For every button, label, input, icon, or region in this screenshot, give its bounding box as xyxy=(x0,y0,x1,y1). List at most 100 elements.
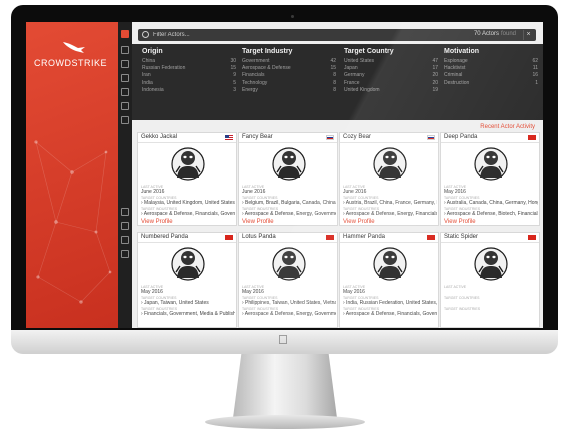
target-countries: Target countries › Malaysia, United Kingd… xyxy=(141,196,235,206)
target-countries: Target countries › India, Russian Federat… xyxy=(343,296,437,306)
stat-row[interactable]: Indonesia 3 xyxy=(142,87,236,94)
stat-row-count: 47 xyxy=(432,58,438,64)
stat-row[interactable]: Government 42 xyxy=(242,58,336,65)
stat-row[interactable]: Russian Federation 15 xyxy=(142,65,236,72)
ru-flag-icon xyxy=(427,135,435,140)
target-industries: Target industries xyxy=(444,307,538,311)
actor-name: Fancy Bear xyxy=(242,134,273,140)
stat-row[interactable]: Espionage 62 xyxy=(444,58,538,65)
stat-row[interactable]: Destruction 1 xyxy=(444,80,538,87)
target-industries-label: Target industries xyxy=(444,307,481,311)
list-icon[interactable] xyxy=(121,236,129,244)
stat-row[interactable]: Iran 9 xyxy=(142,72,236,79)
actor-card[interactable]: Lotus Panda Last active May 2016 Target cou… xyxy=(238,232,338,328)
stat-row[interactable]: United Kingdom 19 xyxy=(344,87,438,94)
view-profile-link[interactable]: View Profile xyxy=(242,219,274,225)
target-countries: Target countries › Austria, Brazil, China… xyxy=(343,196,437,206)
target-industries-value: › Aerospace & Defense, Energy, Governmen… xyxy=(242,311,336,317)
stat-title: Target Country xyxy=(344,48,394,55)
last-active-value: June 2016 xyxy=(141,189,165,195)
target-countries: Target countries xyxy=(444,296,538,300)
actor-name: Numbered Panda xyxy=(141,234,189,240)
search-nav-icon[interactable] xyxy=(121,88,129,96)
stat-row-label: Germany xyxy=(344,72,365,79)
view-profile-link[interactable]: View Profile xyxy=(444,219,476,225)
actor-card[interactable]: Fancy Bear Last active June 2016 Target cou… xyxy=(238,132,338,226)
target-industries-value: › Aerospace & Defense, Energy, Financial… xyxy=(343,211,437,217)
actor-card[interactable]: Static Spider Last active Target countries… xyxy=(440,232,540,328)
dashboard-icon[interactable] xyxy=(121,116,129,124)
target-industries: Target industries › Aerospace & Defense, … xyxy=(444,207,538,217)
stat-row-count: 8 xyxy=(333,72,336,79)
cn-flag-icon xyxy=(427,235,435,240)
view-profile-link[interactable]: View Profile xyxy=(343,219,375,225)
cn-flag-icon xyxy=(326,235,334,240)
target-countries: Target countries › Philippines, Taiwan, U… xyxy=(242,296,336,306)
card-header: Cozy Bear xyxy=(340,133,438,143)
stat-row[interactable]: Technology 8 xyxy=(242,80,336,87)
actor-card[interactable]: Cozy Bear Last active June 2016 Target coun… xyxy=(339,132,439,226)
actor-avatar xyxy=(471,246,511,282)
card-header: Deep Panda xyxy=(441,133,539,143)
clear-filter-button[interactable]: × xyxy=(523,30,533,40)
cn-flag-icon xyxy=(528,135,536,140)
stat-row-label: India xyxy=(142,79,153,86)
view-profile-link[interactable]: View Profile xyxy=(141,219,173,225)
stat-row[interactable]: France 20 xyxy=(344,80,438,87)
filter-actors-input[interactable] xyxy=(153,30,353,40)
stat-origin: Origin China 30 Russian Federation 15 Iran… xyxy=(142,48,236,94)
stat-row-count: 3 xyxy=(233,86,236,93)
home-icon[interactable] xyxy=(121,30,129,38)
stat-row[interactable]: India 5 xyxy=(142,80,236,87)
reports-icon[interactable] xyxy=(121,74,129,82)
target-countries-value: › Belgium, Brazil, Bulgaria, Canada, Chi… xyxy=(242,200,336,206)
stat-row[interactable]: Criminal 16 xyxy=(444,72,538,79)
stat-row-count: 11 xyxy=(532,65,538,72)
actor-avatar xyxy=(471,146,511,182)
stat-row-label: Government xyxy=(242,58,270,64)
main-content: 70 Actorsfound × Origin China 30 Russian … xyxy=(132,22,543,328)
stat-row[interactable]: Financials 8 xyxy=(242,72,336,79)
last-active: Last active May 2016 xyxy=(444,185,538,195)
actor-card[interactable]: Numbered Panda Last active May 2016 Target … xyxy=(137,232,237,328)
monitor-scene:  CROWDSTRIKE xyxy=(0,0,569,438)
target-industries: Target industries › Aerospace & Defense, … xyxy=(343,307,437,317)
actor-avatar xyxy=(168,246,208,282)
actor-name: Static Spider xyxy=(444,234,479,240)
recent-actor-activity-link[interactable]: Recent Actor Activity xyxy=(480,124,535,130)
actor-card[interactable]: Hammer Panda Last active May 2016 Target co… xyxy=(339,232,439,328)
stat-row[interactable]: United States 47 xyxy=(344,58,438,65)
stat-row[interactable]: Aerospace & Defense 15 xyxy=(242,65,336,72)
stat-row[interactable]: Hacktivist 11 xyxy=(444,65,538,72)
stat-row-count: 42 xyxy=(330,58,336,64)
stat-row-count: 8 xyxy=(333,86,336,93)
brand-name: CROWDSTRIKE xyxy=(34,58,107,68)
actor-name: Cozy Bear xyxy=(343,134,372,140)
stat-target-industry: Target Industry Government 42 Aerospace &… xyxy=(242,48,336,94)
alerts-icon[interactable] xyxy=(121,102,129,110)
stat-row[interactable]: Energy 8 xyxy=(242,87,336,94)
app-screen: CROWDSTRIKE 70 Actorsfound × xyxy=(26,22,543,328)
settings-icon[interactable] xyxy=(121,222,129,230)
stat-row[interactable]: Japan 17 xyxy=(344,65,438,72)
stat-row-count: 62 xyxy=(532,58,538,64)
filter-bar: 70 Actorsfound × xyxy=(138,29,536,41)
stat-row-count: 20 xyxy=(432,79,438,86)
actor-card[interactable]: Gekko Jackal Last active June 2016 Target c… xyxy=(137,132,237,226)
actor-card[interactable]: Deep Panda Last active May 2016 Target coun… xyxy=(440,132,540,226)
stat-row[interactable]: China 30 xyxy=(142,58,236,65)
target-industries-value: › Aerospace & Defense, Biotech, Financia… xyxy=(444,211,538,217)
target-countries: Target countries › Australia, Canada, Chi… xyxy=(444,196,538,206)
actors-icon[interactable] xyxy=(121,46,129,54)
filter-icon[interactable] xyxy=(121,60,129,68)
stat-row-label: United States xyxy=(344,58,375,64)
stat-row-label: Japan xyxy=(344,65,358,72)
apple-logo-icon:  xyxy=(278,332,288,347)
target-industries-value: › Aerospace & Defense, Energy, Governmen… xyxy=(242,211,336,217)
globe-icon[interactable] xyxy=(121,208,129,216)
stat-title: Origin xyxy=(142,48,163,55)
card-header: Fancy Bear xyxy=(239,133,337,143)
target-industries: Target industries › Aerospace & Defense, … xyxy=(242,207,336,217)
stat-row[interactable]: Germany 20 xyxy=(344,72,438,79)
monitor-icon[interactable] xyxy=(121,250,129,258)
